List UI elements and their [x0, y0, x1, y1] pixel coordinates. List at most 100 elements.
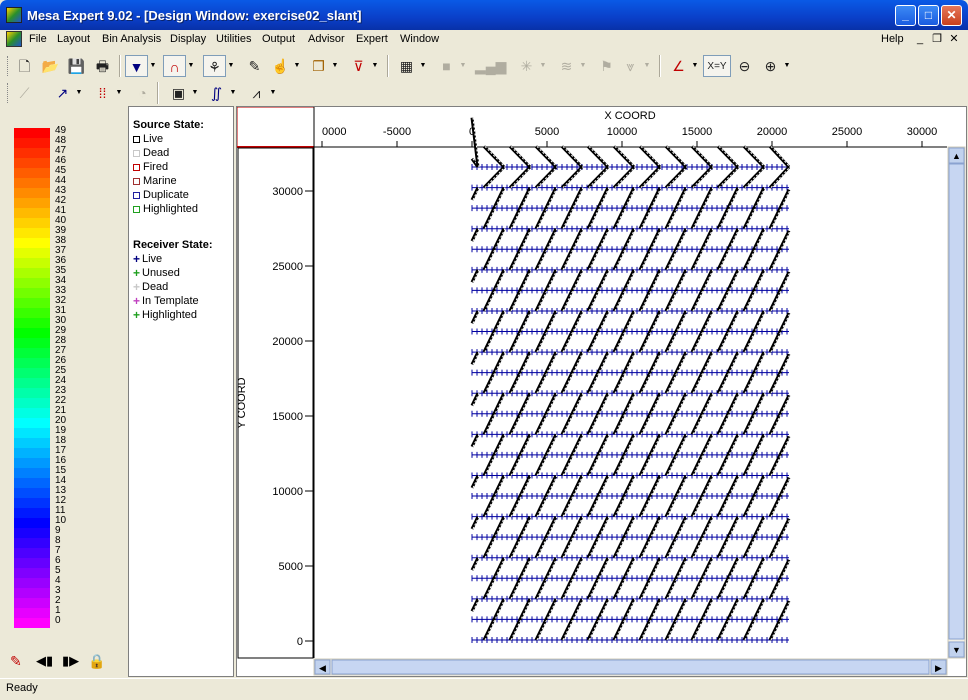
color-scale-swatch — [14, 338, 50, 348]
design-plot[interactable]: X COORD 0000 -5000 0 5000 10000 15000 20000 2500… — [237, 107, 966, 676]
mdi-minimize-button[interactable]: _ — [912, 32, 928, 46]
minimize-button[interactable]: _ — [895, 5, 916, 26]
color-scale-swatch — [14, 168, 50, 178]
x-axis-tick-label: 5000 — [535, 126, 559, 138]
x-equals-y-button[interactable]: X=Y — [703, 55, 731, 77]
fill-square-dropdown[interactable]: ▼ — [459, 55, 467, 77]
receiver-state-item: + Highlighted — [133, 309, 197, 321]
open-folder-icon[interactable]: 📂 — [39, 55, 62, 77]
source-line — [690, 165, 714, 189]
source-line — [768, 435, 791, 477]
edit-pencil-icon[interactable]: ✎ — [243, 55, 266, 77]
menu-display[interactable]: Display — [170, 33, 206, 45]
maximize-button[interactable]: □ — [918, 5, 939, 26]
wave-icon[interactable]: ≋ — [555, 55, 578, 77]
hand-query-dropdown[interactable]: ▼ — [293, 55, 301, 77]
filter-icon[interactable]: ⊽ — [347, 55, 370, 77]
sparkline-dropdown[interactable]: ▼ — [643, 55, 651, 77]
color-scale-swatch — [14, 568, 50, 578]
menu-output[interactable]: Output — [262, 33, 295, 45]
histogram-icon[interactable]: ▂▄▆ — [475, 55, 506, 77]
spider-icon[interactable]: ✳ — [515, 55, 538, 77]
color-scale-swatch — [14, 448, 50, 458]
app-icon[interactable] — [6, 7, 22, 23]
menu-window[interactable]: Window — [400, 33, 439, 45]
contour-dropdown[interactable]: ▼ — [229, 82, 237, 104]
palette-next-icon[interactable]: ▮▶ — [62, 653, 79, 669]
camera-icon[interactable]: ▣ — [167, 82, 190, 104]
print-icon[interactable]: 🖶 — [91, 55, 114, 77]
source-state-item: Highlighted — [133, 203, 198, 215]
receiver-state-label: Highlighted — [142, 309, 198, 321]
source-line — [664, 165, 688, 189]
color-scale-swatch — [14, 468, 50, 478]
menu-expert[interactable]: Expert — [356, 33, 388, 45]
box-select-icon[interactable]: ⁞⁞ — [91, 82, 114, 104]
color-scale-swatch — [14, 138, 50, 148]
box-select-dropdown[interactable]: ▼ — [115, 82, 123, 104]
vertical-scroll-thumb[interactable] — [948, 163, 965, 640]
palette-lock-icon[interactable]: 🔒 — [88, 653, 105, 670]
sparkline-icon[interactable]: ⩔ — [619, 55, 642, 77]
menu-layout[interactable]: Layout — [57, 33, 90, 45]
zoom-dropdown[interactable]: ▼ — [783, 55, 791, 77]
menu-help[interactable]: Help — [881, 33, 904, 45]
menu-advisor[interactable]: Advisor — [308, 33, 345, 45]
spider-dropdown[interactable]: ▼ — [539, 55, 547, 77]
layers-dropdown[interactable]: ▼ — [331, 55, 339, 77]
close-button[interactable]: ✕ — [941, 5, 962, 26]
ray-trace-dropdown[interactable]: ▼ — [269, 82, 277, 104]
status-text: Ready — [6, 682, 38, 694]
angle-45-dropdown[interactable]: ▼ — [691, 55, 699, 77]
grid-icon[interactable]: ▦ — [395, 55, 418, 77]
fill-square-icon[interactable]: ■ — [435, 55, 458, 77]
menu-utilities[interactable]: Utilities — [216, 33, 251, 45]
source-line — [716, 145, 740, 169]
toolbar-grip[interactable] — [7, 83, 10, 103]
hand-query-icon[interactable]: ☝ — [269, 55, 292, 77]
horizontal-scroll-thumb[interactable] — [331, 659, 930, 675]
receiver-state-item: + Live — [133, 253, 162, 265]
angle-45-icon[interactable]: ∠ — [667, 55, 690, 77]
contour-icon[interactable]: ∬ — [205, 82, 228, 104]
zoom-out-icon[interactable]: ⊖ — [733, 55, 756, 77]
new-file-icon[interactable]: 🗋 — [13, 55, 36, 77]
scroll-right-icon: ▶ — [935, 663, 942, 673]
menu-bin-analysis[interactable]: Bin Analysis — [102, 33, 161, 45]
camera-dropdown[interactable]: ▼ — [191, 82, 199, 104]
numbering-icon[interactable]: ↗ — [51, 82, 74, 104]
wave-dropdown[interactable]: ▼ — [579, 55, 587, 77]
plus-marker-icon: + — [133, 252, 141, 267]
mdi-restore-button[interactable]: ❐ — [929, 32, 945, 46]
toolbar-separator — [157, 82, 159, 104]
toolbar-grip[interactable] — [7, 56, 10, 76]
source-line — [768, 188, 791, 230]
flag-icon[interactable]: ⚑ — [595, 55, 618, 77]
magnet-icon[interactable]: ∩ — [163, 55, 186, 77]
palette-edit-icon[interactable]: ✎ — [10, 653, 22, 670]
x-axis-tick-label: 25000 — [832, 126, 863, 138]
magnet-dropdown[interactable]: ▼ — [187, 55, 195, 77]
document-icon[interactable] — [6, 31, 22, 47]
mdi-close-button[interactable]: ✕ — [946, 32, 962, 46]
receiver-state-item: + Unused — [133, 267, 180, 279]
ray-trace-icon[interactable]: ⩘ — [245, 82, 268, 104]
numbering-dropdown[interactable]: ▼ — [75, 82, 83, 104]
source-line — [470, 433, 480, 448]
save-icon[interactable]: 💾 — [65, 55, 88, 77]
histogram-dropdown[interactable]: ▼ — [499, 55, 507, 77]
source-state-label: Dead — [143, 147, 170, 159]
shot-tool-dropdown[interactable]: ▼ — [149, 55, 157, 77]
compass-icon[interactable]: ◔ — [131, 82, 154, 104]
menu-file[interactable]: File — [29, 33, 47, 45]
square-marker-icon — [133, 205, 140, 213]
shot-tool-icon[interactable]: ▼ — [125, 55, 148, 77]
layers-icon[interactable]: ❐ — [307, 55, 330, 77]
zoom-in-icon[interactable]: ⊕ — [759, 55, 782, 77]
palette-previous-icon[interactable]: ◀▮ — [36, 653, 53, 669]
grid-dropdown[interactable]: ▼ — [419, 55, 427, 77]
axis-tool-icon[interactable]: ⟋ — [13, 82, 36, 104]
template-tool-dropdown[interactable]: ▼ — [227, 55, 235, 77]
filter-dropdown[interactable]: ▼ — [371, 55, 379, 77]
template-tool-icon[interactable]: ⚘ — [203, 55, 226, 77]
